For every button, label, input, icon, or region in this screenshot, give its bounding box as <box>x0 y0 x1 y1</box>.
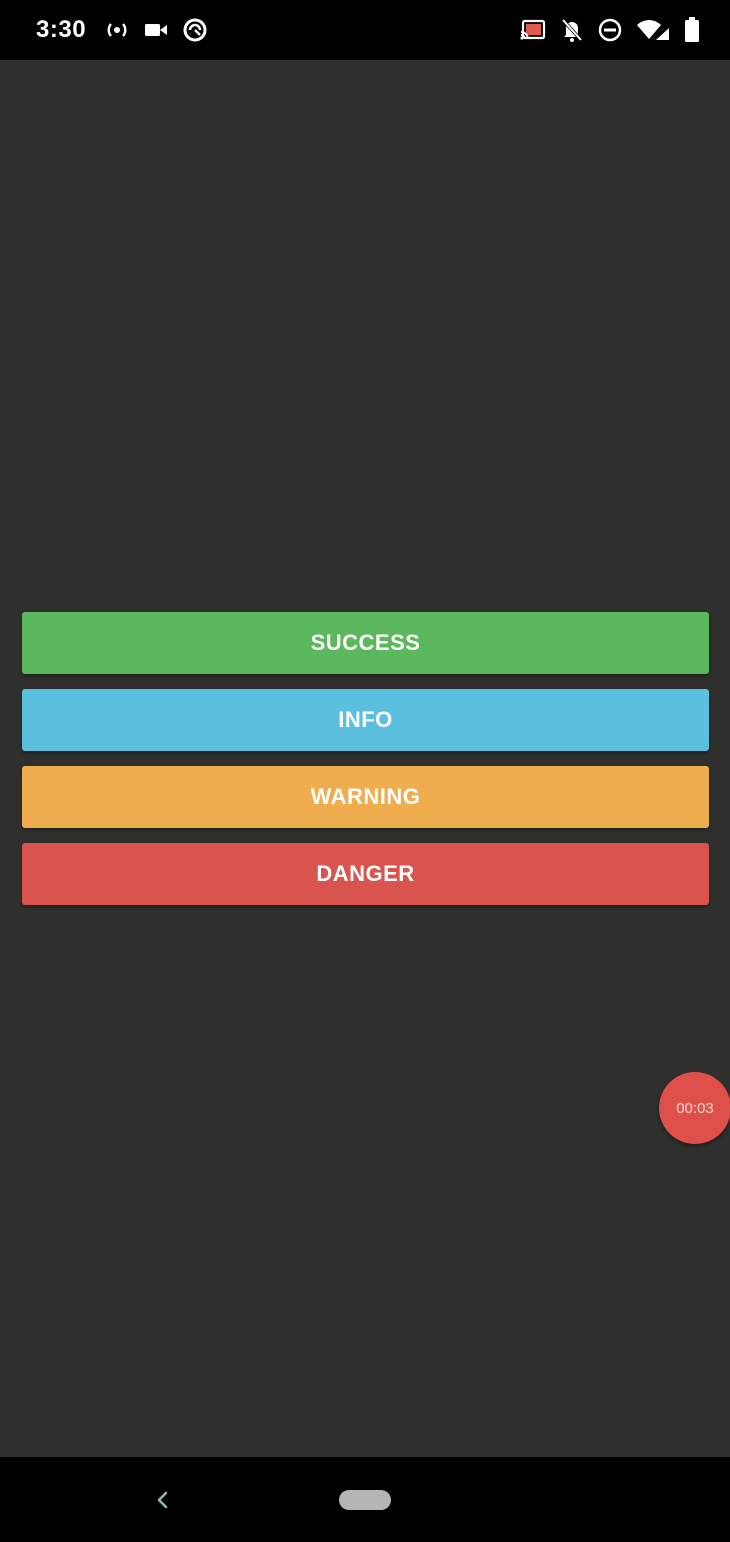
hotspot-icon <box>104 18 130 42</box>
info-button-label: INFO <box>338 707 393 732</box>
warning-button-label: WARNING <box>310 784 421 809</box>
status-right-icons <box>520 16 700 44</box>
video-camera-icon <box>144 20 168 40</box>
battery-icon <box>684 17 700 43</box>
danger-button[interactable]: DANGER <box>22 843 709 905</box>
wifi-icon <box>636 18 670 42</box>
app-screen: 3:30 SUCCESS INFO WARNING DANGER 00:03 <box>0 0 730 1542</box>
status-left-icons <box>104 16 208 44</box>
danger-button-label: DANGER <box>316 861 415 886</box>
status-time: 3:30 <box>36 16 87 43</box>
navigation-bar <box>0 1457 730 1542</box>
back-icon[interactable] <box>150 1485 176 1515</box>
success-button-label: SUCCESS <box>310 630 421 655</box>
data-saver-icon <box>182 17 208 43</box>
do-not-disturb-icon <box>598 18 622 42</box>
info-button[interactable]: INFO <box>22 689 709 751</box>
warning-button[interactable]: WARNING <box>22 766 709 828</box>
cast-icon <box>520 18 546 42</box>
timer-text: 00:03 <box>676 1099 714 1117</box>
notifications-off-icon <box>560 17 584 43</box>
status-bar: 3:30 <box>0 0 730 60</box>
recording-timer-bubble[interactable]: 00:03 <box>659 1072 730 1144</box>
alert-button-group: SUCCESS INFO WARNING DANGER <box>22 612 709 920</box>
home-pill[interactable] <box>339 1490 391 1510</box>
success-button[interactable]: SUCCESS <box>22 612 709 674</box>
